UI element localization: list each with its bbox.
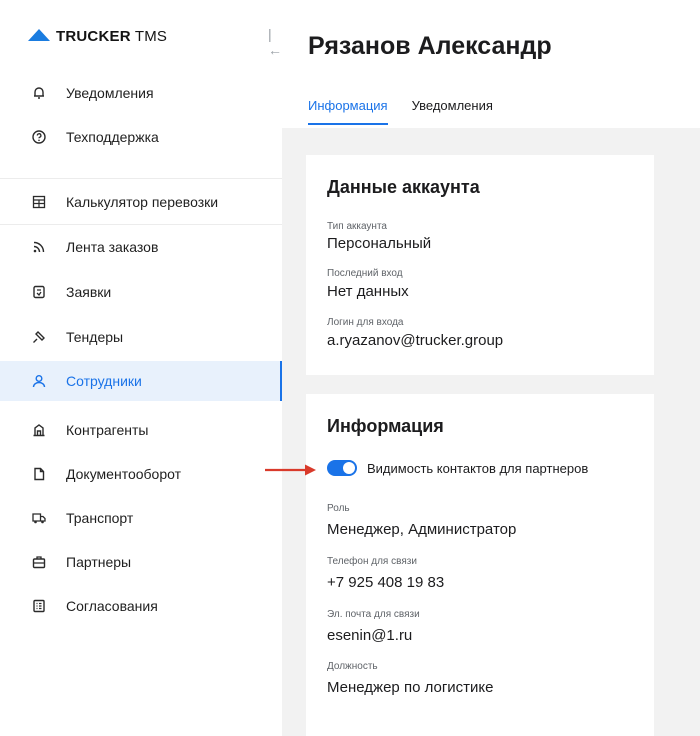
- field-label: Эл. почта для связи: [327, 609, 420, 620]
- user-icon: [32, 374, 46, 388]
- checklist-icon: [32, 599, 46, 613]
- sidebar-item-requests[interactable]: Заявки: [0, 272, 282, 312]
- brand-name: TRUCKER TMS: [56, 27, 168, 45]
- sidebar-item-label: Сотрудники: [66, 373, 142, 389]
- sidebar-item-label: Согласования: [66, 598, 158, 614]
- tab-bar: Информация Уведомления: [308, 98, 517, 125]
- annotation-arrow-icon: [265, 464, 316, 476]
- sidebar-item-partners[interactable]: Партнеры: [0, 542, 282, 582]
- sidebar-item-label: Уведомления: [66, 85, 154, 101]
- tab-notifications[interactable]: Уведомления: [412, 98, 493, 125]
- sidebar-item-tenders[interactable]: Тендеры: [0, 317, 282, 357]
- field-label: Должность: [327, 661, 378, 672]
- gavel-icon: [32, 330, 46, 344]
- help-circle-icon: [32, 130, 46, 144]
- phone-value: +7 925 408 19 83: [327, 574, 445, 591]
- briefcase-icon: [32, 555, 46, 569]
- sidebar-item-support[interactable]: Техподдержка: [0, 117, 282, 157]
- contacts-visibility-toggle-row: Видимость контактов для партнеров: [327, 460, 588, 476]
- sidebar-item-label: Документооборот: [66, 466, 182, 482]
- rss-feed-icon: [32, 240, 46, 254]
- login-value: a.ryazanov@trucker.group: [327, 332, 504, 349]
- collapse-sidebar-icon[interactable]: |←: [268, 26, 282, 58]
- sidebar-item-label: Транспорт: [66, 510, 134, 526]
- sidebar-divider: [0, 178, 282, 179]
- field-label: Тип аккаунта: [327, 221, 387, 232]
- sidebar-item-orders-feed[interactable]: Лента заказов: [0, 227, 282, 267]
- sidebar-item-label: Контрагенты: [66, 422, 149, 438]
- main-content: Рязанов Александр Информация Уведомления…: [282, 0, 700, 736]
- sidebar-item-approvals[interactable]: Согласования: [0, 586, 282, 626]
- position-value: Менеджер по логистике: [327, 679, 494, 696]
- card-title: Информация: [327, 416, 444, 436]
- account-type-value: Персональный: [327, 235, 432, 252]
- brand-logo[interactable]: TRUCKER TMS |←: [28, 26, 282, 58]
- account-data-card: Данные аккаунта Тип аккаунта Персональны…: [306, 155, 654, 375]
- information-card: Информация Видимость контактов для партн…: [306, 394, 654, 736]
- sidebar: TRUCKER TMS |← Уведомления Техподдержка …: [0, 0, 282, 736]
- role-value: Менеджер, Администратор: [327, 521, 517, 538]
- sidebar-item-notifications[interactable]: Уведомления: [0, 73, 282, 113]
- building-icon: [32, 423, 46, 437]
- sidebar-item-label: Заявки: [66, 284, 112, 300]
- calculator-icon: [32, 195, 46, 209]
- sidebar-item-document-flow[interactable]: Документооборот: [0, 454, 282, 494]
- sidebar-divider: [0, 224, 282, 225]
- sidebar-item-counterparties[interactable]: Контрагенты: [0, 410, 282, 450]
- logo-triangle-icon: [28, 29, 50, 41]
- sidebar-item-label: Техподдержка: [66, 129, 159, 145]
- sidebar-item-employees[interactable]: Сотрудники: [0, 361, 282, 401]
- bell-icon: [32, 86, 46, 100]
- sidebar-item-label: Тендеры: [66, 329, 124, 345]
- contact-email-value: esenin@1.ru: [327, 627, 413, 644]
- toggle-knob: [343, 462, 355, 474]
- truck-icon: [32, 511, 46, 525]
- field-label: Последний вход: [327, 268, 403, 279]
- field-label: Телефон для связи: [327, 556, 417, 567]
- page-header: Рязанов Александр Информация Уведомления: [282, 0, 700, 128]
- document-icon: [32, 285, 46, 299]
- tab-information[interactable]: Информация: [308, 98, 388, 125]
- file-icon: [32, 467, 46, 481]
- field-label: Роль: [327, 503, 350, 514]
- page-title: Рязанов Александр: [308, 32, 552, 60]
- sidebar-item-calculator[interactable]: Калькулятор перевозки: [0, 182, 282, 222]
- field-label: Логин для входа: [327, 317, 404, 328]
- sidebar-item-label: Калькулятор перевозки: [66, 194, 219, 210]
- sidebar-item-label: Лента заказов: [66, 239, 159, 255]
- card-title: Данные аккаунта: [327, 177, 480, 197]
- toggle-label: Видимость контактов для партнеров: [367, 460, 589, 476]
- sidebar-item-label: Партнеры: [66, 554, 132, 570]
- contacts-visibility-toggle[interactable]: [327, 460, 357, 476]
- last-login-value: Нет данных: [327, 283, 409, 300]
- sidebar-item-transport[interactable]: Транспорт: [0, 498, 282, 538]
